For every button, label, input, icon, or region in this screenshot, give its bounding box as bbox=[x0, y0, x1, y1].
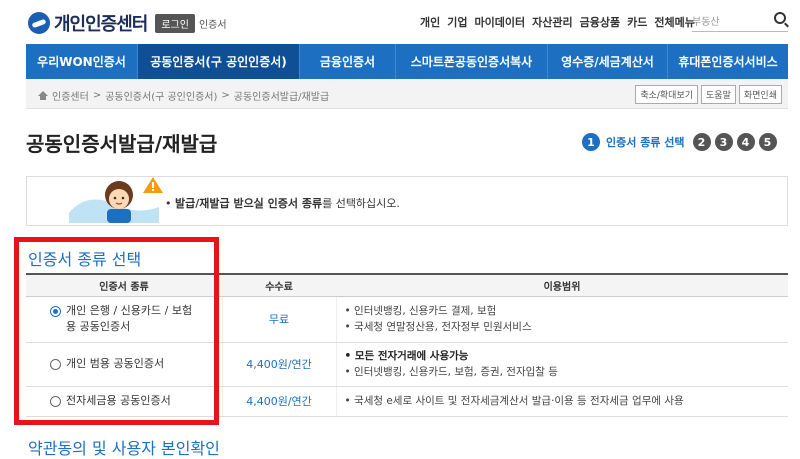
nav-item-joint-cert[interactable]: 공동인증서(구 공인인증서) bbox=[138, 44, 300, 79]
home-icon[interactable] bbox=[38, 91, 48, 100]
nav-item-mobile-cert[interactable]: 휴대폰인증서서비스 bbox=[668, 44, 788, 79]
usage-cell: • 국세청 e세로 사이트 및 전자세금계산서 발급·이용 등 전자세금 업무에… bbox=[336, 386, 788, 417]
zoom-button[interactable]: 축소/확대보기 bbox=[635, 85, 699, 104]
nav-item-smartphone-copy[interactable]: 스마트폰공동인증서복사 bbox=[396, 44, 548, 79]
notice-box: • 발급/재발급 받으실 인증서 종류를 선택하십시오. bbox=[26, 176, 788, 226]
fee-cell: 4,400원/연간 bbox=[221, 386, 337, 417]
top-links: 개인 기업 마이데이터 자산관리 금융상품 카드 전체메뉴 bbox=[420, 14, 695, 30]
nav-item-financial-cert[interactable]: 금융인증서 bbox=[300, 44, 396, 79]
breadcrumb-item: 공동인증서발급/재발급 bbox=[233, 92, 330, 103]
top-link-all-menu[interactable]: 전체메뉴 bbox=[654, 14, 694, 30]
usage-cell: • 모든 전자거래에 사용가능 • 인터넷뱅킹, 신용카드, 보험, 증권, 전… bbox=[336, 342, 788, 387]
step-3: 3 bbox=[714, 133, 733, 151]
step-1: 1 bbox=[582, 133, 600, 151]
usage-cell: • 인터넷뱅킹, 신용카드 결제, 보험 • 국세청 연말정산용, 전자정부 민… bbox=[336, 296, 788, 343]
breadcrumb-separator: > bbox=[221, 90, 230, 101]
fee-cell: 무료 bbox=[221, 296, 337, 343]
usage-line: • 인터넷뱅킹, 신용카드 결제, 보험 bbox=[344, 305, 497, 317]
logo-text: 개인인증센터 bbox=[54, 14, 148, 35]
column-header: 이용범위 bbox=[336, 273, 788, 297]
top-link-asset[interactable]: 자산관리 bbox=[532, 14, 572, 30]
nav-item-receipt-tax[interactable]: 영수증/세금계산서 bbox=[548, 44, 668, 79]
usage-line: • 국세청 연말정산용, 전자정부 민원서비스 bbox=[344, 321, 532, 333]
top-link-personal[interactable]: 개인 bbox=[420, 14, 440, 30]
search-icon[interactable] bbox=[774, 12, 786, 24]
step-2: 2 bbox=[692, 133, 711, 151]
nav-item-won-cert[interactable]: 우리WON인증서 bbox=[26, 44, 138, 79]
fee-cell: 4,400원/연간 bbox=[221, 342, 337, 387]
step-4: 4 bbox=[736, 133, 755, 151]
login-extra-link[interactable]: 인증서 bbox=[199, 16, 227, 31]
breadcrumb-buttons: 축소/확대보기 도움말 화면인쇄 bbox=[635, 85, 782, 104]
top-link-products[interactable]: 금융상품 bbox=[580, 14, 620, 30]
breadcrumb-item[interactable]: 공동인증서(구 공인인증서) bbox=[105, 88, 217, 103]
page-title: 공동인증서발급/재발급 bbox=[26, 132, 218, 156]
step-5: 5 bbox=[758, 133, 777, 151]
main-nav: 우리WON인증서 공동인증서(구 공인인증서) 금융인증서 스마트폰공동인증서복… bbox=[26, 44, 788, 79]
site-header: 개인인증센터 로그인 인증서 개인 기업 마이데이터 자산관리 금융상품 카드 … bbox=[0, 0, 800, 44]
site-logo[interactable]: 개인인증센터 로그인 인증서 bbox=[28, 10, 227, 36]
top-link-mydata[interactable]: 마이데이터 bbox=[475, 14, 526, 30]
logo-icon bbox=[28, 12, 50, 34]
search-placeholder: 부동산 bbox=[692, 17, 720, 28]
top-link-card[interactable]: 카드 bbox=[627, 14, 647, 30]
breadcrumb-bar: 인증센터 > 공동인증서(구 공인인증서) > 공동인증서발급/재발급 축소/확… bbox=[26, 79, 788, 109]
next-section-heading: 약관동의 및 사용자 본인확인 bbox=[28, 439, 220, 458]
guide-character-icon bbox=[69, 177, 163, 223]
notice-bold: 발급/재발급 받으실 인증서 종류 bbox=[175, 197, 323, 210]
top-link-business[interactable]: 기업 bbox=[447, 14, 467, 30]
usage-line: • 인터넷뱅킹, 신용카드, 보험, 증권, 전자입찰 등 bbox=[344, 366, 558, 378]
active-step-label: 인증서 종류 선택 bbox=[606, 136, 685, 149]
search-input[interactable]: 부동산 bbox=[692, 10, 788, 32]
help-button[interactable]: 도움말 bbox=[701, 85, 736, 104]
notice-text: • 발급/재발급 받으실 인증서 종류를 선택하십시오. bbox=[165, 197, 400, 210]
login-button[interactable]: 로그인 bbox=[155, 13, 195, 33]
breadcrumb: 인증센터 > 공동인증서(구 공인인증서) > 공동인증서발급/재발급 bbox=[38, 88, 329, 103]
column-header: 수수료 bbox=[222, 273, 336, 297]
breadcrumb-separator: > bbox=[92, 90, 102, 101]
highlight-frame bbox=[14, 237, 219, 425]
notice-rest: 를 선택하십시오. bbox=[322, 197, 400, 210]
print-button[interactable]: 화면인쇄 bbox=[738, 85, 782, 104]
usage-line: • 국세청 e세로 사이트 및 전자세금계산서 발급·이용 등 전자세금 업무에… bbox=[344, 395, 684, 407]
usage-line: • 모든 전자거래에 사용가능 bbox=[344, 350, 469, 362]
breadcrumb-item[interactable]: 인증센터 bbox=[52, 88, 89, 103]
step-indicator: 1 인증서 종류 선택 2 3 4 5 bbox=[582, 133, 777, 151]
